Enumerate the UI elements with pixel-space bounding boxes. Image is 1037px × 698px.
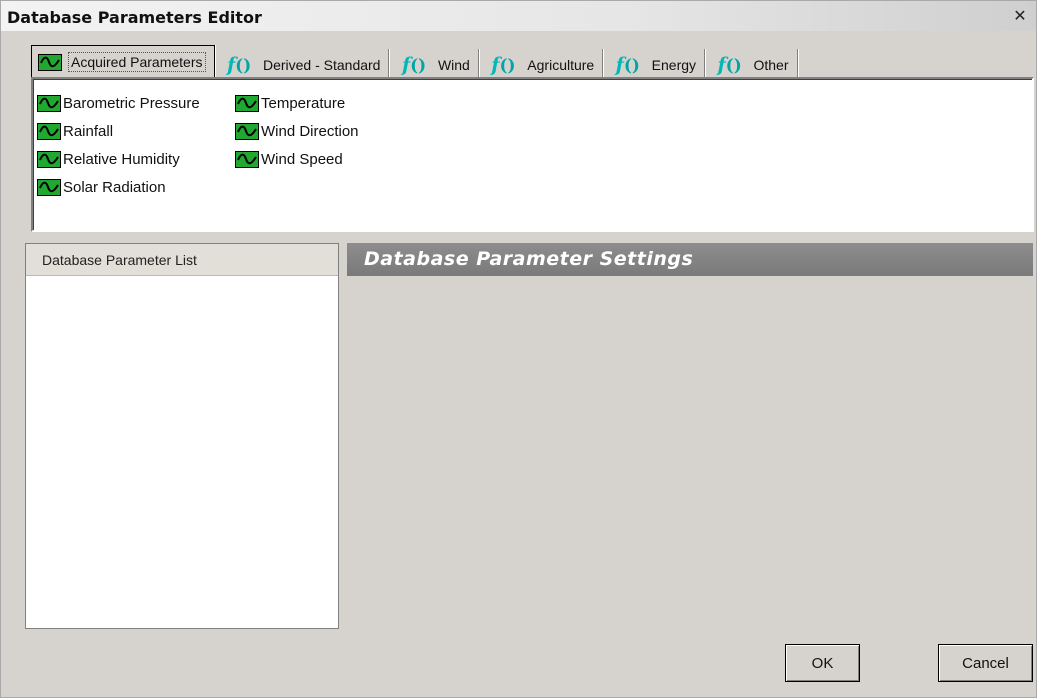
parameter-panel: Barometric Pressure Rainfall Relative Hu…: [31, 77, 1034, 232]
function-icon: f(): [615, 53, 640, 76]
parameter-column: Barometric Pressure Rainfall Relative Hu…: [37, 89, 200, 201]
tab-agriculture[interactable]: f() Agriculture: [485, 49, 604, 80]
list-body[interactable]: [26, 277, 338, 628]
tab-other[interactable]: f() Other: [711, 49, 798, 80]
parameter-label: Solar Radiation: [63, 178, 166, 196]
parameter-item-rainfall[interactable]: Rainfall: [37, 117, 200, 145]
settings-title: Database Parameter Settings: [364, 248, 694, 270]
parameter-label: Relative Humidity: [63, 150, 180, 168]
parameter-item-wind-direction[interactable]: Wind Direction: [235, 117, 359, 145]
tab-wind[interactable]: f() Wind: [396, 49, 479, 80]
tab-derived-standard[interactable]: f() Derived - Standard: [221, 49, 390, 80]
parameter-label: Barometric Pressure: [63, 94, 200, 112]
tab-label: Acquired Parameters: [68, 52, 206, 72]
parameter-item-solar-radiation[interactable]: Solar Radiation: [37, 173, 200, 201]
wave-icon: [235, 122, 259, 140]
function-icon: f(): [226, 53, 252, 76]
settings-body: [347, 276, 1033, 631]
parameters-editor-window: Database Parameters Editor ✕ Acquired Pa…: [0, 0, 1037, 698]
window-title: Database Parameters Editor: [7, 8, 262, 27]
parameter-label: Rainfall: [63, 122, 114, 140]
function-icon: f(): [491, 53, 516, 76]
tab-label: Other: [753, 56, 789, 73]
parameter-item-relative-humidity[interactable]: Relative Humidity: [37, 145, 200, 173]
wave-icon: [37, 122, 61, 140]
tab-acquired-parameters[interactable]: Acquired Parameters: [31, 45, 215, 78]
tab-label: Wind: [437, 56, 470, 73]
function-icon: f(): [717, 53, 742, 76]
function-icon: f(): [401, 53, 427, 76]
parameter-item-temperature[interactable]: Temperature: [235, 89, 359, 117]
parameter-label: Temperature: [261, 94, 346, 112]
parameter-column: Temperature Wind Direction Wind Speed: [235, 89, 359, 173]
parameter-item-barometric-pressure[interactable]: Barometric Pressure: [37, 89, 200, 117]
category-tabs: Acquired Parameters f() Derived - Standa…: [31, 45, 800, 80]
parameter-item-wind-speed[interactable]: Wind Speed: [235, 145, 359, 173]
list-header: Database Parameter List: [26, 244, 338, 276]
wave-icon: [37, 94, 61, 112]
tab-label: Energy: [651, 56, 697, 73]
tab-label: Agriculture: [527, 56, 595, 73]
database-parameter-list: Database Parameter List: [25, 243, 339, 629]
close-icon[interactable]: ✕: [1010, 7, 1030, 25]
settings-header: Database Parameter Settings: [347, 243, 1033, 276]
ok-button[interactable]: OK: [785, 644, 860, 682]
wave-icon: [37, 150, 61, 168]
wave-icon: [235, 150, 259, 168]
tab-label: Derived - Standard: [262, 56, 381, 73]
wave-icon: [235, 94, 259, 112]
wave-icon: [37, 178, 61, 196]
title-bar: Database Parameters Editor ✕: [1, 1, 1036, 31]
parameter-label: Wind Direction: [261, 122, 359, 140]
tab-energy[interactable]: f() Energy: [610, 49, 706, 80]
wave-icon: [38, 53, 62, 71]
parameter-label: Wind Speed: [261, 150, 343, 168]
cancel-button[interactable]: Cancel: [938, 644, 1033, 682]
